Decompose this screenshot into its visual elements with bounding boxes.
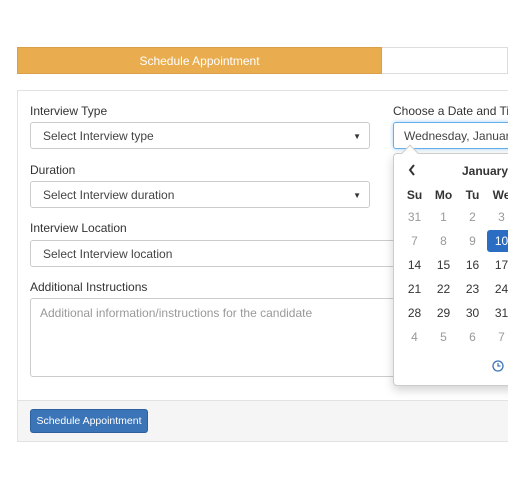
instructions-textarea[interactable]: Additional information/instructions for …	[30, 298, 410, 377]
chevron-left-icon[interactable]	[408, 163, 416, 179]
caret-down-icon: ▼	[353, 191, 361, 200]
calendar-day[interactable]: 9	[458, 230, 487, 252]
instructions-label: Additional Instructions	[30, 280, 148, 294]
calendar-day[interactable]: 15	[429, 254, 458, 276]
calendar-day[interactable]: 16	[458, 254, 487, 276]
calendar-day[interactable]: 31	[487, 302, 508, 324]
duration-select[interactable]: Select Interview duration ▼	[30, 181, 370, 208]
tab-bar: Schedule Appointment	[17, 47, 508, 74]
date-time-label: Choose a Date and Tim	[393, 104, 508, 118]
interview-type-value: Select Interview type	[43, 128, 154, 143]
calendar-day[interactable]: 14	[400, 254, 429, 276]
calendar-day[interactable]: 1	[429, 206, 458, 228]
calendar-day[interactable]: 22	[429, 278, 458, 300]
calendar-day[interactable]: 31	[400, 206, 429, 228]
calendar-day[interactable]: 7	[400, 230, 429, 252]
calendar-day[interactable]: 5	[429, 326, 458, 348]
duration-value: Select Interview duration	[43, 187, 175, 202]
calendar-day[interactable]: 17	[487, 254, 508, 276]
calendar-day-selected[interactable]: 10	[487, 230, 508, 252]
duration-label: Duration	[30, 163, 76, 177]
tab-schedule-appointment[interactable]: Schedule Appointment	[17, 47, 382, 74]
calendar-day[interactable]: 24	[487, 278, 508, 300]
calendar-day[interactable]: 2	[458, 206, 487, 228]
date-time-value: Wednesday, January	[404, 128, 508, 143]
location-value: Select Interview location	[43, 246, 173, 261]
calendar-day[interactable]: 30	[458, 302, 487, 324]
weekday-label: Su	[406, 188, 423, 202]
location-label: Interview Location	[30, 221, 127, 235]
calendar-day[interactable]: 29	[429, 302, 458, 324]
location-select[interactable]: Select Interview location	[30, 240, 410, 267]
caret-down-icon: ▼	[353, 132, 361, 141]
instructions-placeholder: Additional information/instructions for …	[40, 306, 313, 320]
calendar-month-title[interactable]: January	[462, 164, 508, 178]
calendar-day[interactable]: 3	[487, 206, 508, 228]
interview-type-label: Interview Type	[30, 104, 108, 118]
schedule-appointment-button[interactable]: Schedule Appointment	[30, 409, 148, 433]
clock-icon[interactable]	[492, 360, 504, 372]
calendar-day[interactable]: 23	[458, 278, 487, 300]
weekday-label: We	[492, 188, 508, 202]
calendar-day[interactable]: 28	[400, 302, 429, 324]
calendar-day[interactable]: 8	[429, 230, 458, 252]
weekday-label: Mo	[434, 188, 453, 202]
interview-type-select[interactable]: Select Interview type ▼	[30, 122, 370, 149]
calendar-day[interactable]: 6	[458, 326, 487, 348]
tab-empty[interactable]	[382, 47, 508, 74]
calendar-day[interactable]: 7	[487, 326, 508, 348]
weekday-label: Tu	[465, 188, 480, 202]
calendar-day[interactable]: 4	[400, 326, 429, 348]
calendar-day[interactable]: 21	[400, 278, 429, 300]
date-picker-popup: January Su Mo Tu We 31 1 2 3 7 8 9 10 14 15 16 17 21…	[393, 144, 508, 386]
